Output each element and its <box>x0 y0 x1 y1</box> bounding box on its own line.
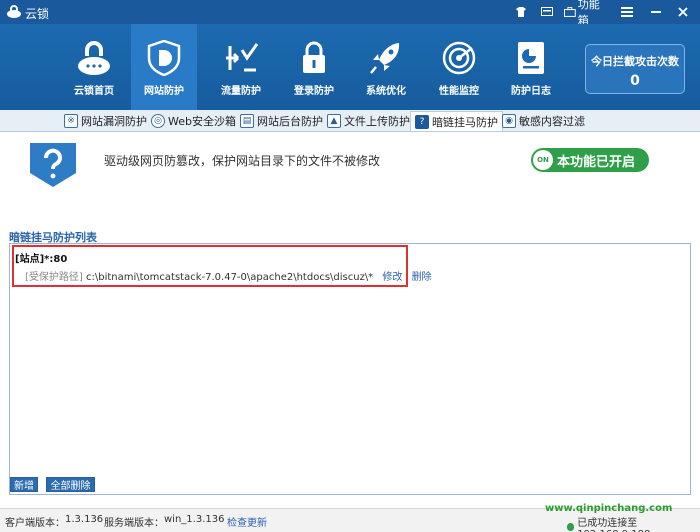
tab-darklink-protection[interactable]: ? 暗链挂马防护 <box>410 111 503 131</box>
feature-toggle-button[interactable]: ON 本功能已开启 <box>531 148 649 172</box>
on-indicator: ON <box>533 150 553 170</box>
tab-upload-protection[interactable]: ▲ 文件上传防护 <box>327 111 410 131</box>
message-icon[interactable] <box>540 2 554 22</box>
protected-path: c:\bitnami\tomcatstack-7.0.47-0\apache2\… <box>86 272 374 283</box>
question-shield-icon: ? <box>415 114 429 129</box>
toggle-label: 本功能已开启 <box>557 154 636 170</box>
tab-label: 暗链挂马防护 <box>432 115 498 129</box>
backend-icon: ▤ <box>240 114 254 128</box>
nav-login-protection[interactable]: 登录防护 <box>281 24 347 110</box>
feature-description: 驱动级网页防篡改，保护网站目录下的文件不被修改 <box>104 154 381 168</box>
list-item[interactable]: [站点]*:80 [受保护路径] c:\bitnami\tomcatstack-… <box>12 245 432 287</box>
nav-protection-log[interactable]: 防护日志 <box>498 24 564 110</box>
delete-all-button[interactable]: 全部删除 <box>46 477 95 492</box>
tab-label: 敏感内容过滤 <box>519 115 585 128</box>
menu-icon[interactable] <box>620 2 634 22</box>
nav-label: 流量防护 <box>221 86 261 97</box>
site-label: [站点]*:80 <box>15 254 68 265</box>
attack-counter-panel: 今日拦截攻击次数 0 <box>585 44 685 94</box>
rocket-icon <box>370 43 400 74</box>
traffic-icon <box>226 43 258 72</box>
title-bar: 云锁 功能箱 <box>0 0 700 27</box>
tab-label: 文件上传防护 <box>344 115 410 128</box>
connection-status: 已成功连接至 192.168.9.188 <box>567 514 700 532</box>
counter-title: 今日拦截攻击次数 <box>591 55 679 68</box>
tab-backend-protection[interactable]: ▤ 网站后台防护 <box>240 111 323 131</box>
toolbox-menu[interactable]: 功能箱 <box>564 0 610 27</box>
app-logo-icon <box>7 5 21 18</box>
toolbox-icon <box>564 7 576 17</box>
nav-label: 网站防护 <box>144 86 184 97</box>
shield-d-icon <box>147 40 181 76</box>
log-report-icon <box>518 42 544 74</box>
add-button[interactable]: 新增 <box>10 477 38 492</box>
connected-status-icon <box>567 523 575 531</box>
server-version-label: 服务端版本： <box>104 518 164 529</box>
nav-label: 性能监控 <box>439 86 479 97</box>
client-version-label: 客户端版本： <box>5 518 65 529</box>
edit-link[interactable]: 修改 <box>382 272 402 283</box>
watermark: www.qinpinchang.com <box>545 503 673 514</box>
radar-icon <box>442 41 476 75</box>
check-update-link[interactable]: 检查更新 <box>227 514 267 529</box>
path-label: [受保护路径] <box>25 272 83 283</box>
tab-vuln-protection[interactable]: ※ 网站漏洞防护 <box>64 111 147 131</box>
filter-icon: ◉ <box>502 114 516 128</box>
minimize-button[interactable] <box>649 2 663 22</box>
nav-label: 登录防护 <box>294 86 334 97</box>
login-lock-icon <box>303 41 325 73</box>
tab-label: 网站漏洞防护 <box>81 115 147 128</box>
nav-label: 防护日志 <box>511 86 551 97</box>
vuln-icon: ※ <box>64 114 78 128</box>
tab-label: Web安全沙箱 <box>168 115 236 128</box>
globe-icon: ◎ <box>151 114 165 128</box>
nav-performance-monitor[interactable]: 性能监控 <box>426 24 492 110</box>
tab-content-filter[interactable]: ◉ 敏感内容过滤 <box>502 111 585 131</box>
cloud-lock-icon <box>78 41 110 75</box>
close-button[interactable] <box>676 2 690 22</box>
client-version: 1.3.136 <box>65 514 104 525</box>
upload-icon: ▲ <box>327 114 341 128</box>
window-title: 云锁 <box>25 7 50 21</box>
nav-traffic-protection[interactable]: 流量防护 <box>208 24 274 110</box>
tab-web-sandbox[interactable]: ◎ Web安全沙箱 <box>151 111 236 131</box>
nav-system-optimize[interactable]: 系统优化 <box>353 24 419 110</box>
protection-list[interactable]: [站点]*:80 [受保护路径] c:\bitnami\tomcatstack-… <box>9 243 691 495</box>
server-version: win_1.3.136 <box>164 514 225 525</box>
nav-label: 系统优化 <box>366 86 406 97</box>
subtab-bar: ※ 网站漏洞防护 ◎ Web安全沙箱 ▤ 网站后台防护 ▲ 文件上传防护 ? 暗链挂马防护… <box>0 110 700 132</box>
connection-text: 已成功连接至 192.168.9.188 <box>577 518 650 532</box>
nav-website-protection[interactable]: 网站防护 <box>131 24 197 110</box>
feature-header: 驱动级网页防篡改，保护网站目录下的文件不被修改 ON 本功能已开启 <box>0 133 700 225</box>
question-shield-icon <box>30 143 76 187</box>
nav-home[interactable]: 云锁首页 <box>61 24 127 110</box>
tab-label: 网站后台防护 <box>257 115 323 128</box>
skin-icon[interactable] <box>514 2 528 22</box>
protected-path-row: [受保护路径] c:\bitnami\tomcatstack-7.0.47-0\… <box>25 268 432 283</box>
counter-value: 0 <box>630 73 640 89</box>
delete-link[interactable]: 删除 <box>412 272 432 283</box>
nav-label: 云锁首页 <box>74 86 114 97</box>
